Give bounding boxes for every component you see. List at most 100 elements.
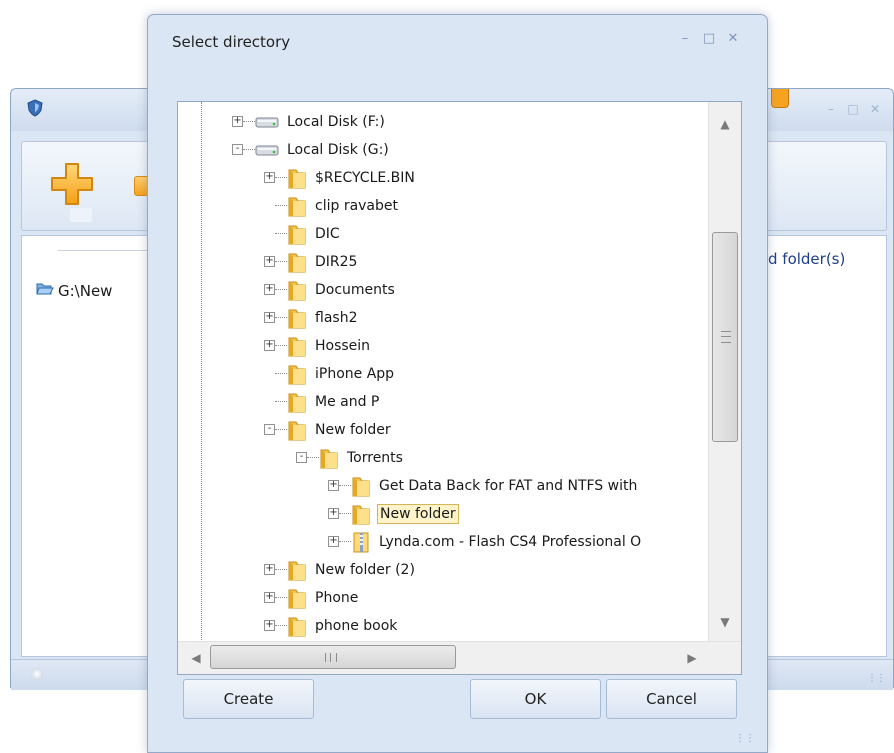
folder-icon (319, 447, 339, 469)
folder-icon (287, 279, 307, 301)
expand-icon[interactable]: + (264, 256, 275, 267)
directory-tree[interactable]: + Local Disk (F:) - Local Disk (G:) + $RECYCL… (177, 101, 742, 675)
tree-item[interactable]: + $RECYCLE.BIN (264, 164, 417, 191)
tree-connector (243, 148, 255, 151)
scroll-right-icon[interactable]: ▶ (678, 642, 706, 674)
tree-item[interactable]: + Phone (264, 584, 360, 611)
tree-item[interactable]: + Hossein (264, 332, 372, 359)
app-accent-tab (771, 89, 789, 108)
scroll-down-icon[interactable]: ▼ (709, 608, 741, 636)
tree-item[interactable]: - Torrents (296, 444, 405, 471)
scroll-left-icon[interactable]: ◀ (182, 642, 210, 674)
divider (58, 250, 158, 251)
tree-item[interactable]: - Local Disk (G:) (232, 136, 391, 163)
horizontal-scrollbar[interactable]: ◀ ▶ (178, 641, 741, 674)
scroll-up-icon[interactable]: ▲ (709, 110, 741, 138)
tree-connector (339, 512, 351, 515)
expand-icon[interactable]: + (328, 536, 339, 547)
folder-icon (287, 615, 307, 637)
expand-icon[interactable]: + (264, 620, 275, 631)
tree-item-label: $RECYCLE.BIN (315, 169, 415, 186)
status-indicator (31, 668, 43, 680)
expand-icon[interactable]: + (232, 116, 243, 127)
expand-icon[interactable]: + (264, 592, 275, 603)
maximize-icon[interactable]: □ (701, 31, 717, 47)
tree-connector (339, 540, 351, 543)
expand-icon[interactable]: + (264, 340, 275, 351)
resize-grip-icon[interactable]: ⋮⋮ (867, 673, 886, 684)
collapse-icon[interactable]: - (296, 452, 307, 463)
tree-item[interactable]: DIC (264, 220, 342, 247)
cancel-button[interactable]: Cancel (606, 679, 737, 719)
expand-icon[interactable]: + (264, 564, 275, 575)
tree-item[interactable]: + Lynda.com - Flash CS4 Professional O (328, 528, 643, 555)
minimize-icon[interactable]: – (823, 103, 839, 115)
tree-item[interactable]: + Documents (264, 276, 397, 303)
tree-connector (339, 484, 351, 487)
open-folder-icon (36, 282, 54, 300)
tree-item[interactable]: iPhone App (264, 360, 396, 387)
tree-connector (275, 372, 287, 375)
close-icon[interactable]: ✕ (867, 103, 883, 115)
expand-icon[interactable]: + (264, 312, 275, 323)
tree-item-label: DIC (315, 225, 340, 242)
folder-icon (287, 335, 307, 357)
horizontal-scroll-thumb[interactable] (210, 645, 456, 669)
vertical-scrollbar[interactable]: ▲ ▼ (708, 102, 741, 642)
dialog-window-controls: – □ ✕ (677, 31, 741, 47)
resize-grip-icon[interactable]: ⋮⋮ (735, 733, 755, 744)
tree-connector (275, 596, 287, 599)
tree-item[interactable]: + phone book (264, 612, 399, 639)
tree-item[interactable]: - New folder (264, 416, 393, 443)
tree-item-label: flash2 (315, 309, 358, 326)
vertical-scroll-thumb[interactable] (712, 232, 738, 442)
current-path-text: G:\New (58, 282, 113, 300)
tree-item[interactable]: + New folder (2) (264, 556, 417, 583)
create-button[interactable]: Create (183, 679, 314, 719)
scrollbar-corner (711, 642, 741, 674)
tree-connector (275, 176, 287, 179)
tree-connector (275, 428, 287, 431)
tree-item-label: Get Data Back for FAT and NTFS with (379, 477, 638, 494)
folder-icon (287, 391, 307, 413)
main-window-controls: – □ ✕ (823, 103, 883, 115)
dialog-title: Select directory (172, 33, 291, 51)
folder-icon (287, 307, 307, 329)
collapse-icon[interactable]: - (264, 424, 275, 435)
tree-item[interactable]: clip ravabet (264, 192, 400, 219)
current-path[interactable]: G:\New (36, 282, 112, 300)
plus-icon[interactable] (50, 162, 94, 210)
close-icon[interactable]: ✕ (725, 31, 741, 47)
tree-item-label: New folder (315, 421, 391, 438)
ok-button[interactable]: OK (470, 679, 601, 719)
tree-item-label: Documents (315, 281, 395, 298)
minimize-icon[interactable]: – (677, 31, 693, 47)
tree-item-label: DIR25 (315, 253, 358, 270)
tree-connector (275, 232, 287, 235)
shield-icon (27, 99, 43, 121)
tree-connector (275, 288, 287, 291)
tree-item[interactable]: Me and P (264, 388, 381, 415)
tree-item[interactable]: + Local Disk (F:) (232, 108, 387, 135)
tree-connector (243, 120, 255, 123)
folder-icon (287, 251, 307, 273)
tree-item-label: Local Disk (F:) (287, 113, 385, 130)
tree-item[interactable]: + New folder (328, 500, 459, 527)
folder-icon (287, 559, 307, 581)
tree-connector (275, 344, 287, 347)
tree-item-label: Me and P (315, 393, 380, 410)
expand-icon[interactable]: + (328, 508, 339, 519)
folder-icon (287, 419, 307, 441)
tree-connector (275, 316, 287, 319)
folder-icon (351, 475, 371, 497)
tree-item[interactable]: + DIR25 (264, 248, 359, 275)
maximize-icon[interactable]: □ (845, 103, 861, 115)
expand-icon[interactable]: + (264, 284, 275, 295)
drive-icon (255, 143, 279, 157)
tree-item[interactable]: + flash2 (264, 304, 359, 331)
tree-item-label: Hossein (315, 337, 371, 354)
expand-icon[interactable]: + (328, 480, 339, 491)
expand-icon[interactable]: + (264, 172, 275, 183)
tree-item[interactable]: + Get Data Back for FAT and NTFS with (328, 472, 639, 499)
collapse-icon[interactable]: - (232, 144, 243, 155)
